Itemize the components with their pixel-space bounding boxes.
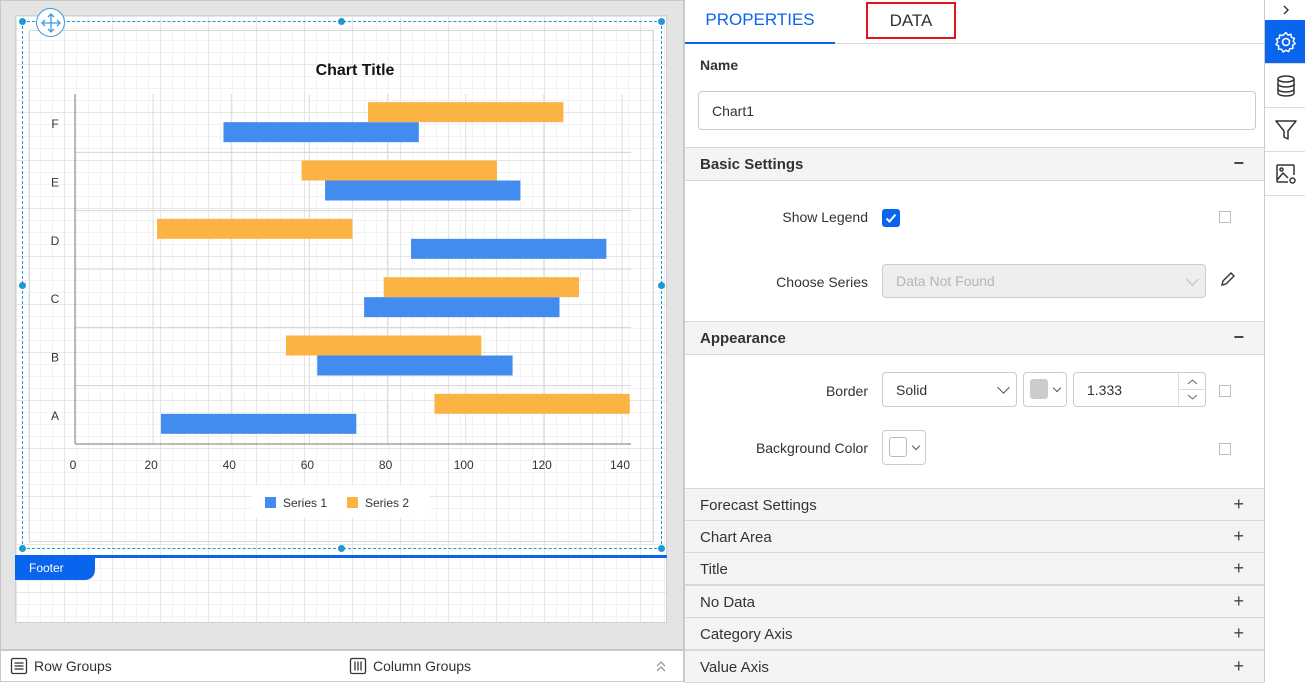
side-rail bbox=[1264, 0, 1305, 682]
section-title: Title bbox=[700, 561, 728, 578]
section-title: Category Axis bbox=[700, 626, 793, 643]
column-groups-label: Column Groups bbox=[373, 658, 472, 674]
expand-icon[interactable]: + bbox=[1233, 494, 1244, 515]
expand-icon[interactable]: + bbox=[1233, 623, 1244, 644]
rail-properties-button[interactable] bbox=[1265, 20, 1305, 64]
chart-selection-box[interactable] bbox=[22, 21, 662, 549]
rail-filter-button[interactable] bbox=[1265, 108, 1305, 152]
border-style-dropdown[interactable]: Solid bbox=[882, 372, 1017, 407]
properties-panel: PROPERTIES DATA Name Basic Settings − Sh… bbox=[684, 0, 1264, 683]
resize-handle-r[interactable] bbox=[658, 282, 665, 289]
section-title: Basic Settings bbox=[700, 156, 804, 173]
resize-handle-b[interactable] bbox=[338, 545, 345, 552]
tab-properties[interactable]: PROPERTIES bbox=[685, 0, 835, 44]
chevron-down-icon bbox=[997, 381, 1010, 394]
expand-icon[interactable]: + bbox=[1233, 591, 1244, 612]
collapse-icon[interactable]: − bbox=[1233, 327, 1244, 348]
border-color-swatch bbox=[1030, 379, 1048, 399]
background-color-swatch bbox=[889, 437, 907, 457]
footer-tab[interactable]: Footer bbox=[15, 558, 95, 580]
double-chevron-up-icon bbox=[656, 661, 666, 672]
background-color-picker[interactable] bbox=[882, 430, 926, 465]
rail-data-button[interactable] bbox=[1265, 64, 1305, 108]
move-arrows-icon bbox=[40, 12, 61, 33]
expand-icon[interactable]: + bbox=[1233, 526, 1244, 547]
stepper-arrows-icon bbox=[1179, 379, 1206, 400]
section-value-axis[interactable]: Value Axis + bbox=[685, 650, 1264, 683]
filter-icon bbox=[1274, 119, 1297, 140]
gear-icon bbox=[1274, 31, 1296, 53]
chevron-right-icon bbox=[1283, 5, 1289, 15]
border-width-value: 1.333 bbox=[1087, 382, 1123, 398]
section-chart-area[interactable]: Chart Area + bbox=[685, 520, 1264, 553]
section-title: Value Axis bbox=[700, 659, 769, 676]
footer-divider bbox=[15, 555, 667, 558]
column-groups-icon bbox=[349, 657, 367, 675]
edit-series-button[interactable] bbox=[1219, 270, 1237, 293]
row-groups-button[interactable]: Row Groups bbox=[10, 657, 112, 675]
choose-series-value: Data Not Found bbox=[896, 273, 995, 289]
choose-series-dropdown[interactable]: Data Not Found bbox=[882, 264, 1206, 298]
background-expression-checkbox[interactable] bbox=[1219, 443, 1231, 455]
collapse-icon[interactable]: − bbox=[1233, 153, 1244, 174]
show-legend-checkbox[interactable] bbox=[882, 209, 900, 227]
pencil-icon bbox=[1221, 272, 1235, 286]
column-groups-button[interactable]: Column Groups bbox=[349, 657, 471, 675]
collapse-panel-button[interactable] bbox=[1265, 0, 1305, 20]
row-groups-label: Row Groups bbox=[34, 658, 112, 674]
image-settings-icon bbox=[1275, 163, 1296, 184]
expand-groups-button[interactable] bbox=[655, 659, 667, 673]
name-input[interactable] bbox=[698, 91, 1256, 130]
rail-image-settings-button[interactable] bbox=[1265, 152, 1305, 196]
resize-handle-tr[interactable] bbox=[658, 18, 665, 25]
chevron-down-icon bbox=[911, 441, 921, 451]
border-expression-checkbox[interactable] bbox=[1219, 385, 1231, 397]
row-groups-icon bbox=[10, 657, 28, 675]
border-width-stepper[interactable]: 1.333 bbox=[1073, 372, 1206, 407]
stepper-buttons[interactable] bbox=[1178, 373, 1206, 406]
section-title: No Data bbox=[700, 594, 756, 611]
report-designer-area: Chart Title 0 20 40 60 80 100 120 140 A B C D E F Serie… bbox=[0, 0, 684, 650]
resize-handle-l[interactable] bbox=[19, 282, 26, 289]
section-basic-settings[interactable]: Basic Settings − bbox=[685, 147, 1264, 181]
border-color-picker[interactable] bbox=[1023, 372, 1067, 407]
section-no-data[interactable]: No Data + bbox=[685, 585, 1264, 618]
show-legend-expression-checkbox[interactable] bbox=[1219, 211, 1231, 223]
resize-handle-tl[interactable] bbox=[19, 18, 26, 25]
tab-data[interactable]: DATA bbox=[866, 2, 956, 39]
section-appearance[interactable]: Appearance − bbox=[685, 321, 1264, 355]
expand-icon[interactable]: + bbox=[1233, 558, 1244, 579]
section-forecast-settings[interactable]: Forecast Settings + bbox=[685, 488, 1264, 521]
expand-icon[interactable]: + bbox=[1233, 656, 1244, 677]
border-label: Border bbox=[825, 383, 868, 399]
move-handle[interactable] bbox=[36, 8, 65, 37]
panel-tabs: PROPERTIES DATA bbox=[685, 0, 1264, 44]
section-title[interactable]: Title + bbox=[685, 552, 1264, 585]
background-color-label: Background Color bbox=[755, 440, 868, 456]
resize-handle-br[interactable] bbox=[658, 545, 665, 552]
resize-handle-t[interactable] bbox=[338, 18, 345, 25]
section-title: Forecast Settings bbox=[700, 497, 817, 514]
section-category-axis[interactable]: Category Axis + bbox=[685, 617, 1264, 650]
groups-bar: Row Groups Column Groups bbox=[0, 650, 684, 682]
chevron-down-icon bbox=[1186, 273, 1199, 286]
database-icon bbox=[1276, 74, 1295, 97]
choose-series-label: Choose Series bbox=[776, 274, 868, 290]
resize-handle-bl[interactable] bbox=[19, 545, 26, 552]
checkmark-icon bbox=[885, 213, 897, 223]
section-title: Chart Area bbox=[700, 529, 772, 546]
show-legend-label: Show Legend bbox=[782, 209, 868, 225]
name-label: Name bbox=[700, 57, 739, 73]
chevron-down-icon bbox=[1052, 383, 1062, 393]
border-style-value: Solid bbox=[896, 382, 928, 398]
section-title: Appearance bbox=[700, 330, 786, 347]
